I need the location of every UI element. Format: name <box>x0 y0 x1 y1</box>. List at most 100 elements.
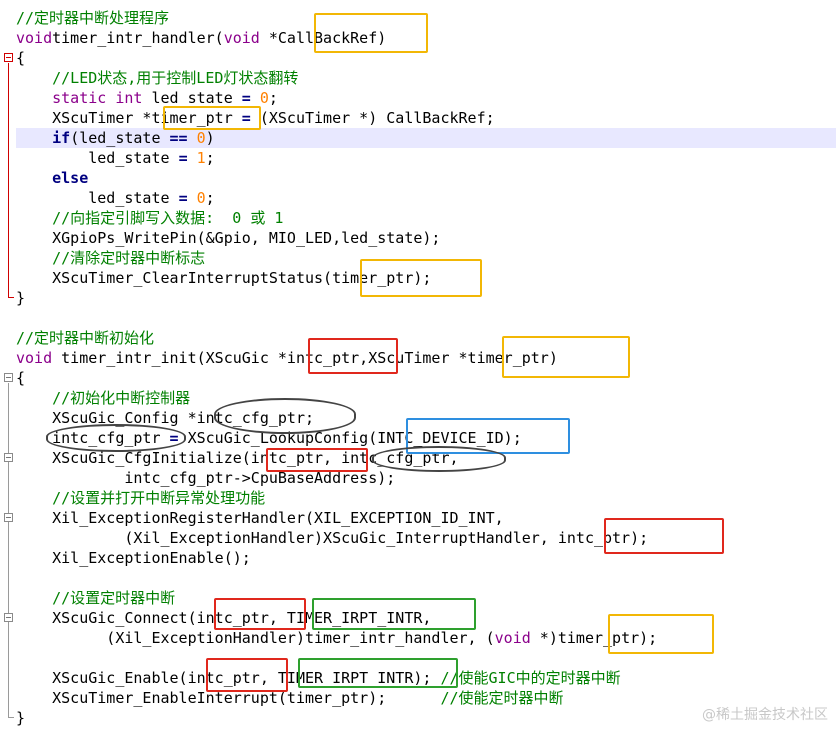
code-token: (Xil_ExceptionHandler)timer_intr_handler… <box>16 629 495 647</box>
code-token: Xil_ExceptionEnable(); <box>16 549 251 567</box>
code-token: //定时器中断处理程序 <box>16 9 170 27</box>
code-line[interactable]: //设置定时器中断 <box>16 588 175 608</box>
code-token: ; <box>205 189 215 207</box>
code-line[interactable]: { <box>16 48 25 68</box>
code-line[interactable]: XGpioPs_WritePin(&Gpio, MIO_LED,led_stat… <box>16 228 440 248</box>
annotation-box <box>214 598 306 630</box>
code-token: void <box>223 29 260 47</box>
code-token: Xil_ExceptionRegisterHandler(XIL_EXCEPTI… <box>16 509 504 527</box>
code-token: timer_intr_handler( <box>52 29 224 47</box>
code-line[interactable]: } <box>16 288 25 308</box>
code-line[interactable]: led_state = 1; <box>16 148 215 168</box>
annotation-box <box>608 614 714 654</box>
code-token: static int <box>52 89 143 107</box>
code-token: } <box>16 709 26 727</box>
code-token: void <box>494 629 531 647</box>
code-token: //设置并打开中断异常处理功能 <box>16 489 266 507</box>
code-token: XGpioPs_WritePin(&Gpio, MIO_LED,led_stat… <box>16 229 441 247</box>
code-line[interactable]: } <box>16 708 25 728</box>
code-line[interactable]: //清除定时器中断标志 <box>16 248 205 268</box>
annotation-box <box>163 106 261 130</box>
code-token: //使能GIC中的定时器中断 <box>440 669 621 687</box>
code-line[interactable]: static int led_state = 0; <box>16 88 278 108</box>
code-token: else <box>52 169 89 187</box>
code-line[interactable]: (Xil_ExceptionHandler)timer_intr_handler… <box>16 628 657 648</box>
code-token: ; <box>205 149 215 167</box>
code-line[interactable]: //定时器中断处理程序 <box>16 8 169 28</box>
annotation-box <box>604 518 724 554</box>
code-token: void <box>16 29 53 47</box>
code-line[interactable]: led_state = 0; <box>16 188 215 208</box>
annotation-ellipse <box>372 446 506 472</box>
code-line[interactable]: //初始化中断控制器 <box>16 388 190 408</box>
annotation-box <box>308 338 398 374</box>
code-token: (led_state <box>70 129 170 147</box>
code-token: { <box>16 49 26 67</box>
code-token: = <box>178 149 188 167</box>
fold-toggle-icon[interactable] <box>4 53 13 62</box>
code-token: } <box>16 289 26 307</box>
code-line[interactable]: //定时器中断初始化 <box>16 328 154 348</box>
code-line[interactable]: (Xil_ExceptionHandler)XScuGic_InterruptH… <box>16 528 648 548</box>
code-line[interactable]: if(led_state == 0) <box>16 128 215 148</box>
code-token: ) <box>205 129 215 147</box>
code-line[interactable]: { <box>16 368 25 388</box>
annotation-box <box>312 598 476 630</box>
code-token: led_state <box>142 89 242 107</box>
code-token: //初始化中断控制器 <box>16 389 191 407</box>
code-token: //定时器中断初始化 <box>16 329 155 347</box>
code-token: = <box>241 89 251 107</box>
code-token: timer_intr_init(XScuGic *intc_ptr,XScuTi… <box>52 349 558 367</box>
fold-line <box>8 63 9 297</box>
code-line[interactable]: //LED状态,用于控制LED灯状态翻转 <box>16 68 298 88</box>
code-token: //设置定时器中断 <box>16 589 176 607</box>
code-token: led_state <box>16 189 179 207</box>
code-line[interactable]: Xil_ExceptionEnable(); <box>16 548 251 568</box>
fold-line <box>8 383 9 717</box>
code-token: if <box>52 129 71 147</box>
code-token: == <box>169 129 188 147</box>
fold-toggle-icon[interactable] <box>4 513 13 522</box>
annotation-box <box>266 448 368 472</box>
code-line[interactable]: Xil_ExceptionRegisterHandler(XIL_EXCEPTI… <box>16 508 504 528</box>
fold-gutter <box>0 0 16 732</box>
code-token: //LED状态,用于控制LED灯状态翻转 <box>16 69 299 87</box>
annotation-ellipse <box>214 398 356 434</box>
code-token: ; <box>268 89 278 107</box>
code-token: = <box>178 189 188 207</box>
code-token: //使能定时器中断 <box>440 689 564 707</box>
fold-toggle-icon[interactable] <box>4 613 13 622</box>
code-token: led_state <box>16 149 179 167</box>
code-line[interactable]: else <box>16 168 88 188</box>
annotation-box <box>360 259 482 297</box>
annotation-ellipse <box>46 424 186 452</box>
annotation-box <box>502 336 630 378</box>
code-token: (XScuTimer *) CallBackRef; <box>250 109 495 127</box>
fold-end <box>8 297 14 298</box>
code-token: 0 <box>196 189 206 207</box>
code-token: 0 <box>196 129 206 147</box>
annotation-box <box>314 13 428 53</box>
code-token: void <box>16 349 53 367</box>
code-token: //清除定时器中断标志 <box>16 249 206 267</box>
code-token: { <box>16 369 26 387</box>
annotation-box <box>298 658 458 688</box>
fold-toggle-icon[interactable] <box>4 453 13 462</box>
code-line[interactable]: XScuTimer_EnableInterrupt(timer_ptr); //… <box>16 688 564 708</box>
fold-toggle-icon[interactable] <box>4 373 13 382</box>
code-token: 0 <box>259 89 269 107</box>
code-line[interactable]: //设置并打开中断异常处理功能 <box>16 488 265 508</box>
annotation-box <box>206 658 288 692</box>
code-line[interactable]: //向指定引脚写入数据: 0 或 1 <box>16 208 283 228</box>
code-token: //向指定引脚写入数据: 0 或 1 <box>16 209 284 227</box>
watermark: @稀土掘金技术社区 <box>702 707 828 723</box>
code-token: (Xil_ExceptionHandler)XScuGic_InterruptH… <box>16 529 649 547</box>
code-line[interactable]: void timer_intr_init(XScuGic *intc_ptr,X… <box>16 348 558 368</box>
